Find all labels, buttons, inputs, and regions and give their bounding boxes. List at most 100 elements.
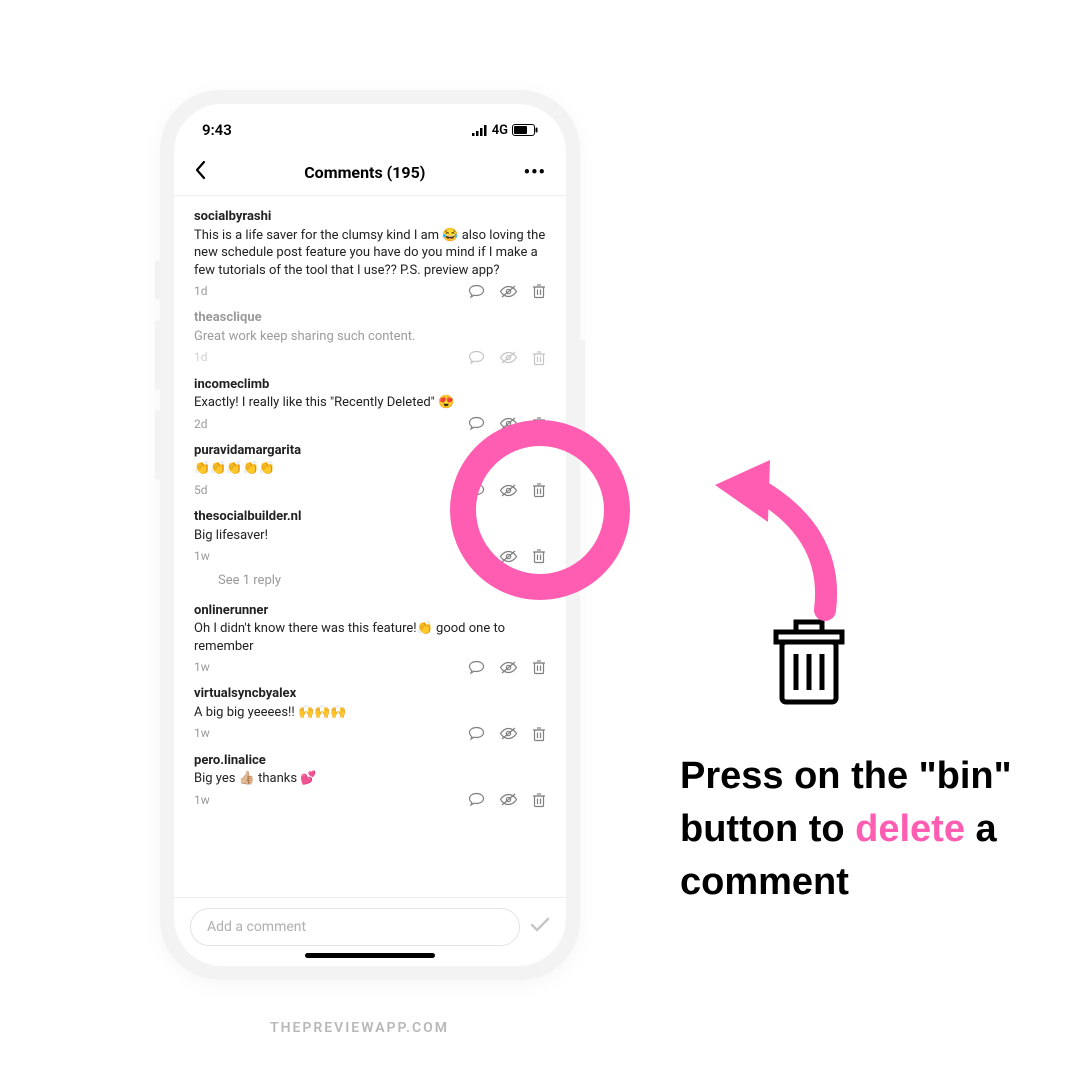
status-bar: 9:43 4G: [174, 110, 566, 150]
nav-bar: Comments (195) •••: [174, 150, 566, 196]
hide-button[interactable]: [499, 416, 518, 431]
see-reply-link[interactable]: See 1 reply: [174, 567, 566, 594]
more-button[interactable]: •••: [524, 162, 546, 183]
delete-button[interactable]: [532, 350, 546, 366]
hide-icon: [499, 792, 518, 807]
comment-text: Great work keep sharing such content.: [194, 328, 546, 346]
delete-button[interactable]: [532, 726, 546, 742]
reply-icon: [468, 350, 485, 365]
hide-icon: [499, 483, 518, 498]
delete-button[interactable]: [532, 548, 546, 564]
comment-username[interactable]: theasclique: [194, 309, 546, 327]
hide-icon: [499, 660, 518, 675]
status-indicators: 4G: [472, 123, 538, 138]
reply-button[interactable]: [468, 549, 485, 564]
home-indicator[interactable]: [305, 953, 435, 958]
check-icon: [530, 917, 550, 933]
hide-button[interactable]: [499, 549, 518, 564]
comment-item[interactable]: virtualsyncbyalexA big big yeeees!! 🙌🙌🙌 1…: [174, 677, 566, 743]
comments-list[interactable]: socialbyrashiThis is a life saver for th…: [174, 196, 566, 897]
chevron-left-icon: [194, 160, 206, 180]
comment-time: 1d: [194, 283, 208, 299]
comment-time: 1w: [194, 792, 210, 808]
comment-meta: 5d: [194, 482, 546, 498]
status-time: 9:43: [202, 121, 232, 139]
back-button[interactable]: [194, 160, 206, 186]
comment-item[interactable]: onlinerunnerOh I didn't know there was t…: [174, 594, 566, 678]
arrow-annotation: [660, 430, 860, 630]
reply-button[interactable]: [468, 350, 485, 365]
instruction-caption: Press on the "bin" button to delete a co…: [680, 750, 1040, 910]
comment-item[interactable]: socialbyrashiThis is a life saver for th…: [174, 200, 566, 301]
delete-button[interactable]: [532, 416, 546, 432]
comment-item[interactable]: puravidamargarita👏👏👏👏👏 5d: [174, 434, 566, 500]
trash-icon: [770, 618, 848, 708]
reply-button[interactable]: [468, 284, 485, 299]
comment-username[interactable]: thesocialbuilder.nl: [194, 508, 546, 526]
battery-icon: [512, 124, 538, 136]
reply-icon: [468, 284, 485, 299]
phone-screen: 9:43 4G Comments (195) ••• socialbyrashi…: [174, 104, 566, 966]
comment-username[interactable]: onlinerunner: [194, 602, 546, 620]
reply-button[interactable]: [468, 416, 485, 431]
hide-button[interactable]: [499, 483, 518, 498]
reply-button[interactable]: [468, 726, 485, 741]
hide-button[interactable]: [499, 660, 518, 675]
comment-meta: 1w: [194, 659, 546, 675]
comment-item[interactable]: pero.linaliceBig yes 👍🏼 thanks 💕 1w: [174, 744, 566, 810]
reply-icon: [468, 660, 485, 675]
trash-icon: [532, 283, 546, 299]
comment-actions: [468, 350, 546, 366]
delete-button[interactable]: [532, 482, 546, 498]
hide-button[interactable]: [499, 792, 518, 807]
comment-username[interactable]: pero.linalice: [194, 752, 546, 770]
comment-actions: [468, 416, 546, 432]
comment-time: 1w: [194, 659, 210, 675]
trash-icon: [532, 350, 546, 366]
comment-username[interactable]: socialbyrashi: [194, 208, 546, 226]
phone-side-button: [155, 320, 160, 390]
reply-icon: [468, 416, 485, 431]
hide-button[interactable]: [499, 284, 518, 299]
comment-text: Big yes 👍🏼 thanks 💕: [194, 770, 546, 788]
phone-side-button: [580, 340, 585, 440]
comment-text: This is a life saver for the clumsy kind…: [194, 227, 546, 280]
hide-icon: [499, 549, 518, 564]
comment-item[interactable]: incomeclimbExactly! I really like this "…: [174, 368, 566, 434]
hide-button[interactable]: [499, 350, 518, 365]
trash-icon: [532, 548, 546, 564]
comment-item[interactable]: thesocialbuilder.nlBig lifesaver! 1w: [174, 500, 566, 566]
phone-side-button: [155, 410, 160, 480]
comment-item[interactable]: theascliqueGreat work keep sharing such …: [174, 301, 566, 367]
comment-actions: [468, 792, 546, 808]
trash-icon: [532, 659, 546, 675]
comment-actions: [468, 726, 546, 742]
trash-icon: [532, 792, 546, 808]
reply-button[interactable]: [468, 660, 485, 675]
comment-username[interactable]: incomeclimb: [194, 376, 546, 394]
network-label: 4G: [492, 123, 508, 138]
comment-meta: 2d: [194, 416, 546, 432]
comment-meta: 1w: [194, 548, 546, 564]
delete-button[interactable]: [532, 792, 546, 808]
delete-button[interactable]: [532, 283, 546, 299]
reply-button[interactable]: [468, 792, 485, 807]
comment-meta: 1w: [194, 725, 546, 741]
reply-icon: [468, 726, 485, 741]
comment-text: Exactly! I really like this "Recently De…: [194, 394, 546, 412]
comment-text: 👏👏👏👏👏: [194, 460, 546, 478]
hide-icon: [499, 726, 518, 741]
hide-icon: [499, 284, 518, 299]
reply-button[interactable]: [468, 483, 485, 498]
comment-username[interactable]: virtualsyncbyalex: [194, 685, 546, 703]
comment-text: A big big yeeees!! 🙌🙌🙌: [194, 704, 546, 722]
submit-button[interactable]: [530, 917, 550, 938]
comment-meta: 1d: [194, 349, 546, 365]
trash-icon: [532, 482, 546, 498]
comment-text: Big lifesaver!: [194, 527, 546, 545]
comment-username[interactable]: puravidamargarita: [194, 442, 546, 460]
hide-button[interactable]: [499, 726, 518, 741]
delete-button[interactable]: [532, 659, 546, 675]
comment-actions: [468, 482, 546, 498]
comment-input[interactable]: Add a comment: [190, 908, 520, 946]
